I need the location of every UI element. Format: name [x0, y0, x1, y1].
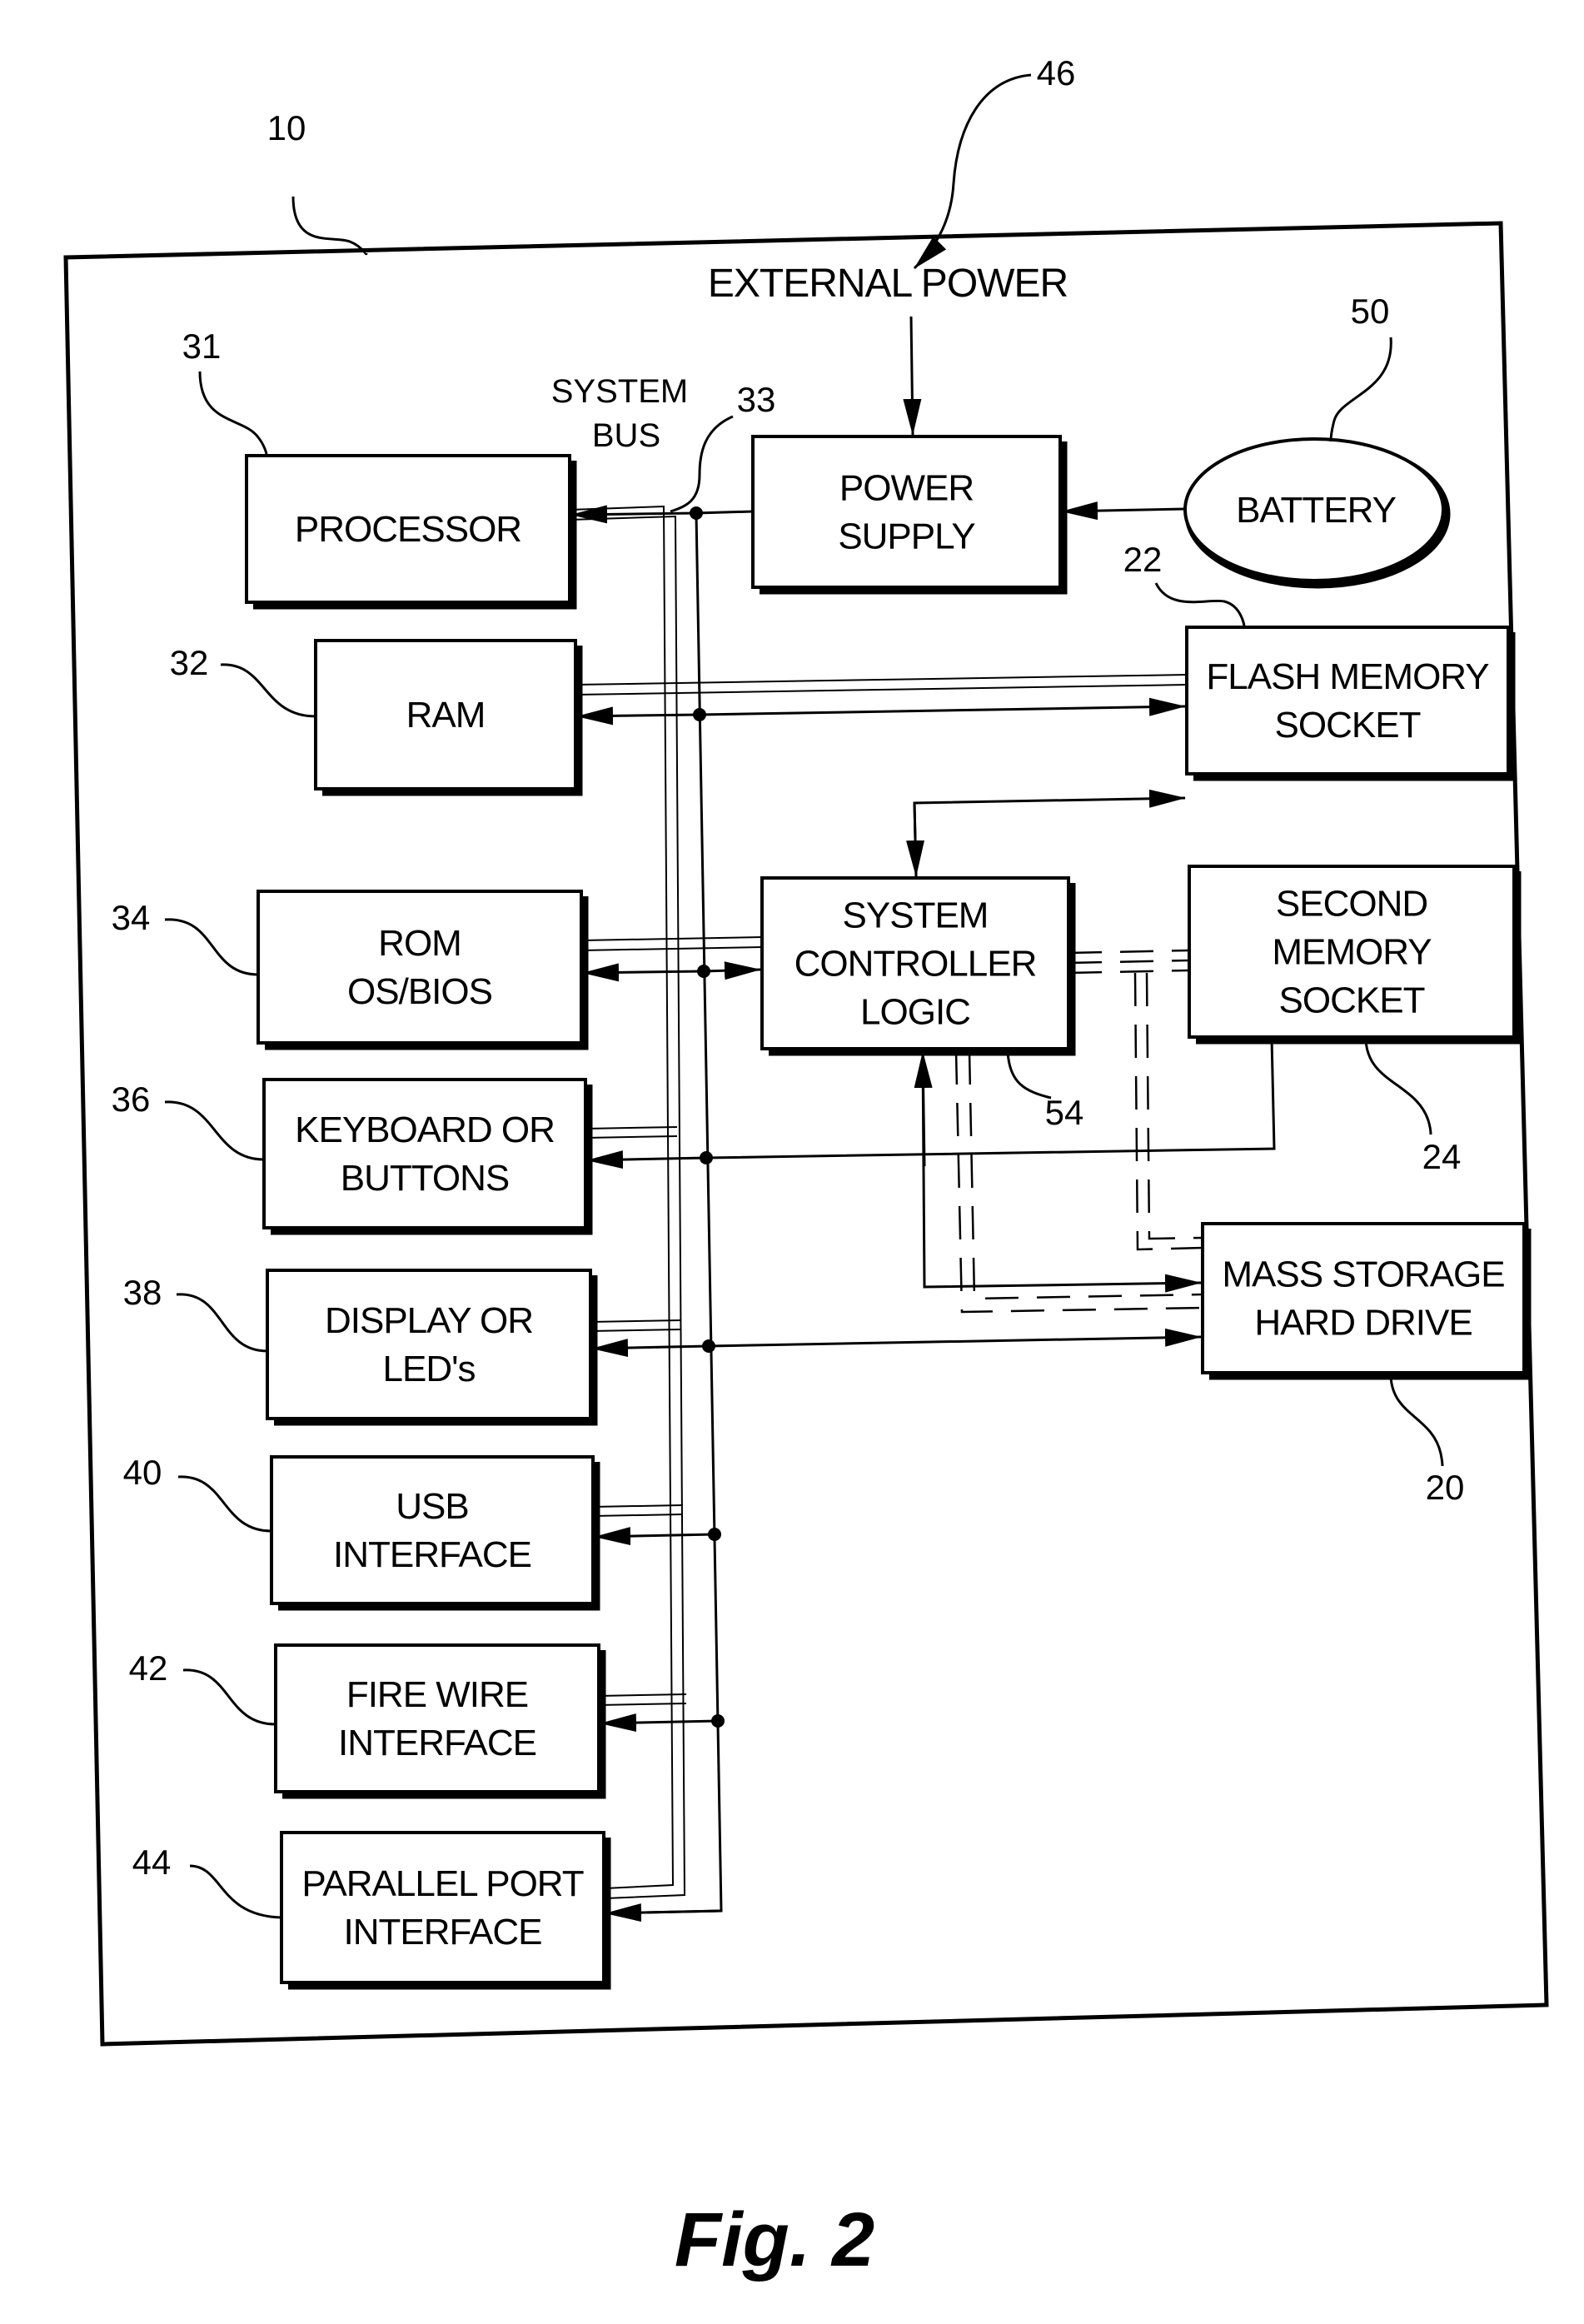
- power-supply-block: POWER SUPPLY: [751, 435, 1068, 595]
- bus-taps: [575, 674, 1188, 1706]
- flash-label-line: FLASH MEMORY: [1206, 656, 1489, 697]
- system-bus-label-line2: BUS: [592, 417, 660, 454]
- mass-storage-ref-number: 20: [1426, 1468, 1465, 1507]
- usb-label-line: INTERFACE: [333, 1534, 531, 1575]
- firewire-label-line: FIRE WIRE: [346, 1674, 528, 1715]
- keyboard-label-line: BUTTONS: [341, 1158, 509, 1199]
- system-bus-ref-number: 33: [737, 380, 776, 419]
- rom-box: [257, 890, 583, 1045]
- frame-ref-leader: [291, 196, 368, 256]
- usb-label-line: USB: [396, 1486, 468, 1527]
- second-memory-ref-number: 24: [1422, 1137, 1462, 1176]
- flash-box: [1185, 626, 1510, 775]
- block-diagram: 10 46 EXTERNAL POWER SYSTEM BUS 33 PROCE…: [63, 53, 1549, 2282]
- flash-ref-leader: [1154, 582, 1246, 627]
- usb-ref-number: 40: [123, 1453, 162, 1492]
- parallel-box: [280, 1831, 605, 1984]
- keyboard-ref-leader: [164, 1100, 265, 1161]
- controller-block: SYSTEM CONTROLLER LOGIC: [760, 876, 1076, 1056]
- display-ref-number: 38: [123, 1273, 162, 1312]
- power-supply-label-line: SUPPLY: [838, 516, 975, 557]
- display-label-line: LED's: [383, 1349, 476, 1389]
- second-memory-label-line: MEMORY: [1272, 932, 1432, 973]
- power-supply-box: [751, 435, 1062, 589]
- ram-ref-leader: [220, 663, 316, 718]
- second-memory-block: SECOND MEMORY SOCKET: [1188, 865, 1522, 1045]
- firewire-block: FIRE WIRE INTERFACE: [274, 1643, 606, 1799]
- mass-storage-label-line: HARD DRIVE: [1254, 1303, 1472, 1344]
- display-ref-leader: [176, 1293, 268, 1353]
- external-power-arrow: [903, 316, 922, 436]
- system-bus-ref-leader: [670, 415, 734, 513]
- parallel-ref-leader: [189, 1864, 282, 1919]
- figure-caption: Fig. 2: [675, 2197, 874, 2282]
- rom-ref-number: 34: [112, 898, 151, 937]
- battery-to-power-arrow: [1061, 501, 1186, 521]
- controller-label-line: SYSTEM: [843, 895, 989, 936]
- flash-label-line: SOCKET: [1275, 705, 1421, 746]
- battery-ref-number: 50: [1351, 292, 1390, 331]
- flash-ref-number: 22: [1123, 540, 1163, 579]
- mass-storage-block: MASS STORAGE HARD DRIVE: [1201, 1222, 1532, 1380]
- controller-label-line: CONTROLLER: [794, 944, 1037, 985]
- ram-block: RAM: [314, 639, 583, 796]
- firewire-box: [274, 1643, 600, 1793]
- mass-storage-label-line: MASS STORAGE: [1222, 1254, 1504, 1295]
- parallel-ref-number: 44: [132, 1843, 172, 1882]
- display-box: [266, 1269, 592, 1420]
- keyboard-ref-number: 36: [112, 1080, 151, 1119]
- keyboard-block: KEYBOARD OR BUTTONS: [262, 1078, 593, 1235]
- parallel-label-line: PARALLEL PORT: [301, 1863, 583, 1904]
- mass-storage-ref-leader: [1389, 1375, 1444, 1467]
- firewire-label-line: INTERFACE: [338, 1723, 536, 1763]
- rom-label-line: ROM: [378, 923, 461, 964]
- rom-ref-leader: [164, 918, 259, 976]
- usb-block: USB INTERFACE: [270, 1455, 600, 1611]
- dashed-bus-controller-to-mass-storage: [954, 1050, 1203, 1314]
- controller-mass-storage-link: [921, 1050, 1202, 1293]
- rom-block: ROM OS/BIOS: [257, 890, 589, 1050]
- display-label-line: DISPLAY OR: [325, 1300, 533, 1341]
- parallel-label-line: INTERFACE: [344, 1912, 542, 1952]
- second-memory-ref-leader: [1364, 1039, 1432, 1135]
- flash-to-controller-arrow: [906, 802, 925, 877]
- display-block: DISPLAY OR LED's: [266, 1269, 598, 1426]
- battery-ref-leader: [1329, 337, 1392, 442]
- dashed-bus-second-memory-to-mass-storage: [1068, 949, 1203, 1251]
- processor-label-line: PROCESSOR: [295, 509, 521, 550]
- mass-storage-to-controller-arrow: [914, 1051, 933, 1167]
- firewire-ref-leader: [182, 1668, 276, 1726]
- firewire-ref-number: 42: [129, 1648, 168, 1688]
- keyboard-label-line: KEYBOARD OR: [295, 1110, 555, 1150]
- external-power-label: EXTERNAL POWER: [708, 262, 1068, 306]
- usb-ref-leader: [177, 1475, 272, 1533]
- processor-block: PROCESSOR: [245, 454, 577, 610]
- controller-flash-link: [913, 789, 1186, 877]
- battery: BATTERY: [1183, 437, 1451, 589]
- battery-label: BATTERY: [1236, 490, 1397, 531]
- processor-ref-leader: [198, 371, 268, 455]
- frame-ref-number: 10: [267, 108, 306, 147]
- ram-label-line: RAM: [406, 695, 486, 736]
- flash-block: FLASH MEMORY SOCKET: [1185, 626, 1516, 781]
- processor-ref-number: 31: [182, 327, 222, 366]
- usb-box: [270, 1455, 595, 1605]
- parallel-block: PARALLEL PORT INTERFACE: [280, 1831, 611, 1990]
- second-memory-to-bus-line: [705, 1037, 1276, 1160]
- controller-ref-leader: [1006, 1050, 1052, 1100]
- ram-ref-number: 32: [170, 643, 209, 682]
- second-memory-label-line: SECOND: [1276, 884, 1427, 925]
- controller-label-line: LOGIC: [860, 992, 970, 1033]
- external-power-ref-number: 46: [1037, 53, 1076, 92]
- system-bus-label-line1: SYSTEM: [551, 373, 688, 410]
- second-memory-label-line: SOCKET: [1279, 980, 1425, 1021]
- mass-storage-box: [1201, 1222, 1526, 1374]
- keyboard-box: [262, 1078, 587, 1229]
- rom-label-line: OS/BIOS: [347, 971, 492, 1012]
- power-supply-label-line: POWER: [839, 468, 974, 509]
- external-power-ref-leader: [913, 73, 1032, 270]
